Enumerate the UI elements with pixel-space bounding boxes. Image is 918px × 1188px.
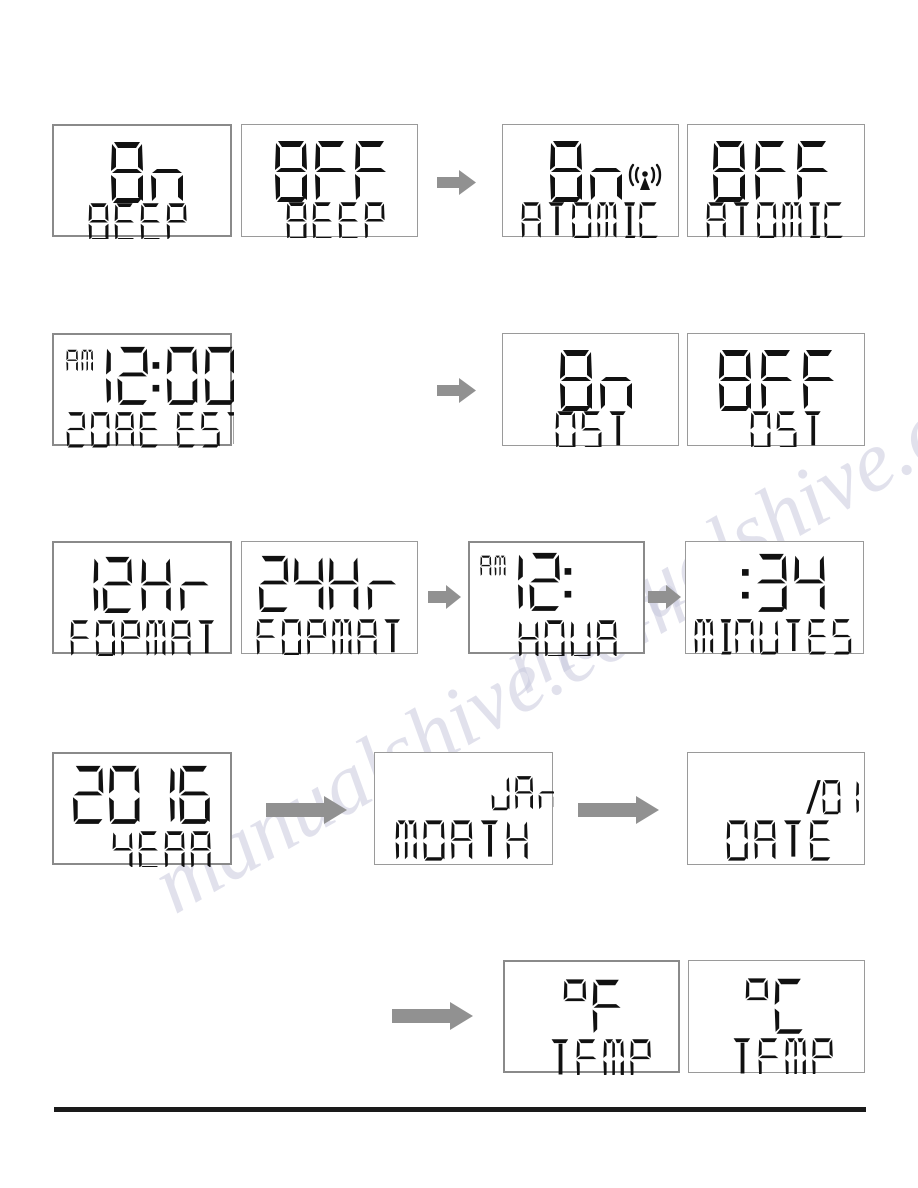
lcd-panel-month: JAN MONTH	[374, 752, 554, 865]
lcd-screen-zone	[66, 346, 234, 448]
lcd-screen-format-24h	[256, 555, 400, 655]
lcd-panel-beep-on: ON BEEP	[52, 124, 232, 239]
month-corner-value	[491, 776, 554, 811]
lcd-panel-atomic-on: ON ATOMIC	[502, 124, 679, 238]
arrow-format-to-hour	[428, 583, 462, 611]
lcd-screen-temp-f	[551, 979, 651, 1075]
lcd-screen-temp-c	[733, 978, 833, 1074]
lcd-panel-zone: 12:00 ZONE EST	[52, 333, 234, 448]
lcd-panel-dst-on: ON DST	[502, 333, 679, 447]
lcd-panel-beep-off: OFF BEEP	[241, 124, 418, 238]
arrow-beep-to-atomic	[437, 168, 477, 198]
footer-rule	[54, 1107, 866, 1112]
arrow-year-to-month	[266, 794, 348, 826]
date-corner-value	[806, 780, 859, 815]
am-indicator	[480, 555, 506, 576]
lcd-screen-month	[395, 776, 554, 861]
lcd-panel-temp-c: °C TEMP	[688, 960, 865, 1074]
lcd-panel-atomic-off: OFF ATOMIC	[687, 124, 865, 238]
lcd-screen-beep-on	[88, 142, 187, 239]
lcd-screen-date	[726, 780, 859, 861]
lcd-panel-format-24h: 24Hr FORMAT	[241, 541, 418, 655]
lcd-screen-atomic-on	[521, 141, 662, 238]
lcd-panel-dst-off: OFF DST	[687, 333, 865, 447]
lcd-screen-dst-off	[719, 350, 834, 447]
lcd-screen-hour	[480, 552, 617, 656]
lcd-screen-atomic-off	[706, 141, 843, 238]
arrow-date-to-temp	[392, 1000, 474, 1032]
lcd-panel-format-12h: 12Hr FORMAT	[52, 541, 232, 656]
lcd-screen-minutes	[694, 553, 852, 655]
arrow-month-to-date	[578, 794, 660, 826]
lcd-screen-year	[72, 765, 211, 867]
manual-page: manualshive.com manualshive.com	[0, 0, 918, 1188]
lcd-screen-dst-on	[555, 350, 632, 447]
lcd-screen-format-12h	[70, 556, 214, 656]
lcd-panel-minutes: :34 MINUTES	[685, 541, 864, 655]
am-indicator	[66, 349, 93, 371]
lcd-panel-hour: 12: HOUR	[468, 541, 645, 656]
radio-tower-icon	[628, 163, 662, 190]
arrow-zone-to-dst	[437, 376, 477, 406]
lcd-panel-year: 20 16 YEAR	[52, 752, 232, 867]
arrow-hour-to-minutes	[648, 583, 682, 611]
lcd-panel-temp-f: °F TEMP	[503, 960, 680, 1075]
lcd-screen-beep-off	[275, 141, 386, 238]
lcd-panel-date: /01 DATE	[687, 752, 865, 865]
